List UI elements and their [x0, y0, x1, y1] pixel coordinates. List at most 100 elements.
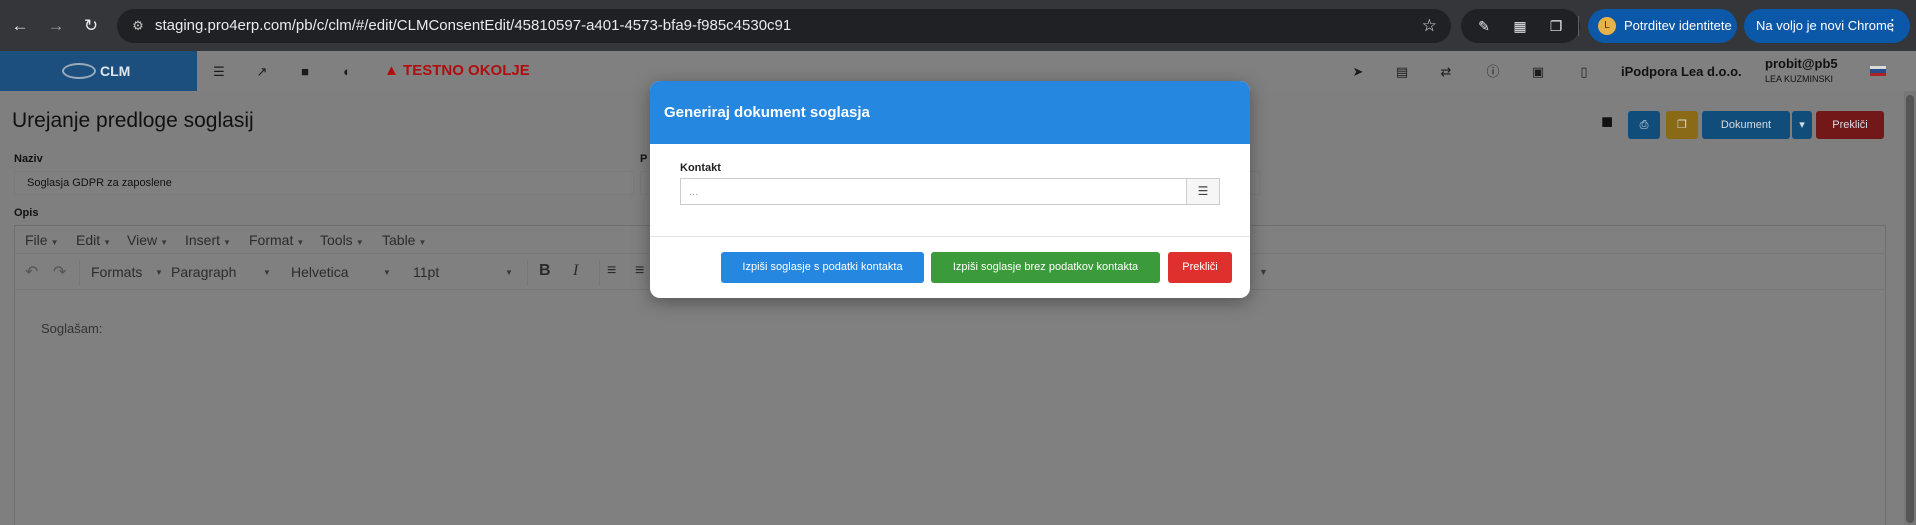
- clm-logo-icon: [62, 63, 96, 79]
- align-left-icon[interactable]: ≡: [607, 262, 616, 280]
- document-button[interactable]: Dokument: [1702, 111, 1790, 139]
- address-bar[interactable]: ⚙ staging.pro4erp.com/pb/c/clm/#/edit/CL…: [117, 9, 1451, 43]
- font-size-label: 11pt: [413, 264, 440, 280]
- contact-label: Kontakt: [680, 162, 721, 174]
- brand-name: CLM: [100, 63, 131, 79]
- contrast-icon[interactable]: ◐: [338, 63, 356, 81]
- lock-icon[interactable]: ■: [1594, 111, 1620, 137]
- bold-icon[interactable]: B: [539, 262, 551, 280]
- font-family-dropdown[interactable]: Helvetica ▼: [291, 264, 391, 280]
- menu-file-label: File: [25, 232, 48, 248]
- back-arrow-icon[interactable]: ←: [8, 14, 32, 38]
- test-environment-label: ▲ TESTNO OKOLJE: [384, 62, 530, 79]
- document-button-label: Dokument: [1720, 119, 1772, 131]
- user-full-name: LEA KUZMINSKI: [1765, 74, 1834, 84]
- copy-button[interactable]: ❐: [1666, 111, 1698, 139]
- toolbar-divider: [599, 260, 600, 286]
- forward-arrow-icon[interactable]: →: [44, 14, 68, 38]
- italic-icon[interactable]: I: [573, 262, 578, 280]
- print-without-contact-button[interactable]: Izpiši soglasje brez podatkov kontakta: [931, 252, 1160, 283]
- undo-icon[interactable]: ↶: [25, 262, 38, 282]
- formats-label: Formats: [91, 264, 143, 280]
- book-icon[interactable]: ▣: [1529, 63, 1547, 81]
- list-icon: ☰: [1197, 184, 1209, 198]
- name-label: Naziv: [14, 153, 43, 165]
- cancel-edit-label: Prekliči: [1832, 119, 1868, 131]
- page-scrollbar[interactable]: [1904, 91, 1916, 525]
- profile-avatar-icon: L: [1598, 17, 1616, 35]
- menu-view-label: View: [127, 232, 158, 248]
- cancel-edit-button[interactable]: Prekliči: [1816, 111, 1884, 139]
- menu-file[interactable]: File ▼: [25, 232, 58, 248]
- document-dropdown-toggle[interactable]: ▾: [1792, 111, 1812, 139]
- browser-chrome: ← → ↻ ⚙ staging.pro4erp.com/pb/c/clm/#/e…: [0, 0, 1916, 51]
- more-menu-icon[interactable]: ⋮: [1885, 9, 1900, 43]
- brand-logo[interactable]: CLM: [0, 51, 197, 91]
- print-icon: ⎙: [1639, 119, 1649, 131]
- list-icon[interactable]: ☰: [210, 63, 228, 81]
- name-field[interactable]: Soglasja GDPR za zaposlene: [14, 171, 634, 195]
- menu-table-label: Table: [382, 232, 416, 248]
- reload-icon[interactable]: ↻: [79, 14, 103, 38]
- page-title: Urejanje predloge soglasij: [12, 109, 254, 132]
- toolbar-divider: [527, 260, 528, 286]
- toolbar-separator: [1578, 16, 1579, 36]
- redo-icon[interactable]: ↷: [53, 262, 66, 282]
- menu-format-label: Format: [249, 232, 294, 248]
- menu-tools[interactable]: Tools ▼: [320, 232, 364, 248]
- modal-title: Generiraj dokument soglasja: [664, 104, 870, 121]
- editor-content[interactable]: Soglašam:: [41, 321, 102, 336]
- test-environment-text: TESTNO OKOLJE: [403, 62, 530, 79]
- identity-button[interactable]: L Potrditev identitete: [1588, 9, 1737, 43]
- align-center-icon[interactable]: ≡: [635, 262, 644, 280]
- menu-table[interactable]: Table ▼: [382, 232, 426, 248]
- info-icon[interactable]: ⓘ: [1484, 63, 1502, 81]
- paragraph-dropdown[interactable]: Paragraph ▼: [171, 264, 271, 280]
- menu-edit[interactable]: Edit ▼: [76, 232, 111, 248]
- print-with-contact-button[interactable]: Izpiši soglasje s podatki kontakta: [721, 252, 924, 283]
- menu-edit-label: Edit: [76, 232, 101, 248]
- menu-insert-label: Insert: [185, 232, 221, 248]
- puzzle-extensions-icon[interactable]: ❐: [1547, 17, 1565, 35]
- toolbar-divider: [79, 260, 80, 286]
- qr-code-icon[interactable]: ▦: [1511, 17, 1529, 35]
- warning-icon: ▲: [384, 62, 399, 79]
- external-link-icon[interactable]: ↗: [253, 63, 271, 81]
- update-button-label: Na voljo je novi Chrome: [1756, 18, 1895, 33]
- font-size-dropdown[interactable]: 11pt ▼: [413, 264, 513, 280]
- modal-header: Generiraj dokument soglasja: [650, 81, 1250, 144]
- contact-input[interactable]: [680, 178, 1187, 205]
- user-login[interactable]: probit@pb5: [1765, 56, 1838, 71]
- menu-view[interactable]: View ▼: [127, 232, 168, 248]
- url-text: staging.pro4erp.com/pb/c/clm/#/edit/CLMC…: [155, 17, 792, 34]
- chrome-update-button[interactable]: Na voljo je novi Chrome ⋮: [1744, 9, 1910, 43]
- teamviewer-icon[interactable]: ⇄: [1437, 63, 1455, 81]
- company-name[interactable]: iPodpora Lea d.o.o.: [1621, 64, 1742, 79]
- pen-extension-icon[interactable]: ✎: [1475, 17, 1493, 35]
- document-icon[interactable]: ▯: [1575, 63, 1593, 81]
- identity-button-label: Potrditev identitete: [1624, 18, 1732, 33]
- menu-format[interactable]: Format ▼: [249, 232, 304, 248]
- bookmark-star-icon[interactable]: ☆: [1422, 16, 1437, 36]
- copy-icon: ❐: [1677, 119, 1687, 131]
- description-label: Opis: [14, 207, 39, 219]
- more-toolbar-caret-icon[interactable]: ▼: [1259, 267, 1268, 277]
- lock-small-icon[interactable]: ■: [296, 63, 314, 81]
- language-flag-icon[interactable]: [1870, 66, 1886, 76]
- second-field-label: P: [640, 153, 648, 165]
- paragraph-label: Paragraph: [171, 264, 237, 280]
- font-family-label: Helvetica: [291, 264, 349, 280]
- print-button[interactable]: ⎙: [1628, 111, 1660, 139]
- send-icon[interactable]: ➤: [1349, 63, 1367, 81]
- modal-footer-divider: [650, 236, 1250, 237]
- modal-cancel-button[interactable]: Prekliči: [1168, 252, 1232, 283]
- card-icon[interactable]: ▤: [1393, 63, 1411, 81]
- extensions-area: ✎ ▦ ❐: [1461, 9, 1580, 43]
- site-settings-icon[interactable]: ⚙: [129, 17, 147, 35]
- generate-consent-modal: Generiraj dokument soglasja Kontakt ☰ Iz…: [650, 81, 1250, 298]
- menu-tools-label: Tools: [320, 232, 353, 248]
- formats-dropdown[interactable]: Formats ▼: [91, 264, 163, 280]
- menu-insert[interactable]: Insert ▼: [185, 232, 231, 248]
- contact-lookup-button[interactable]: ☰: [1186, 178, 1220, 205]
- scrollbar-thumb[interactable]: [1906, 95, 1914, 523]
